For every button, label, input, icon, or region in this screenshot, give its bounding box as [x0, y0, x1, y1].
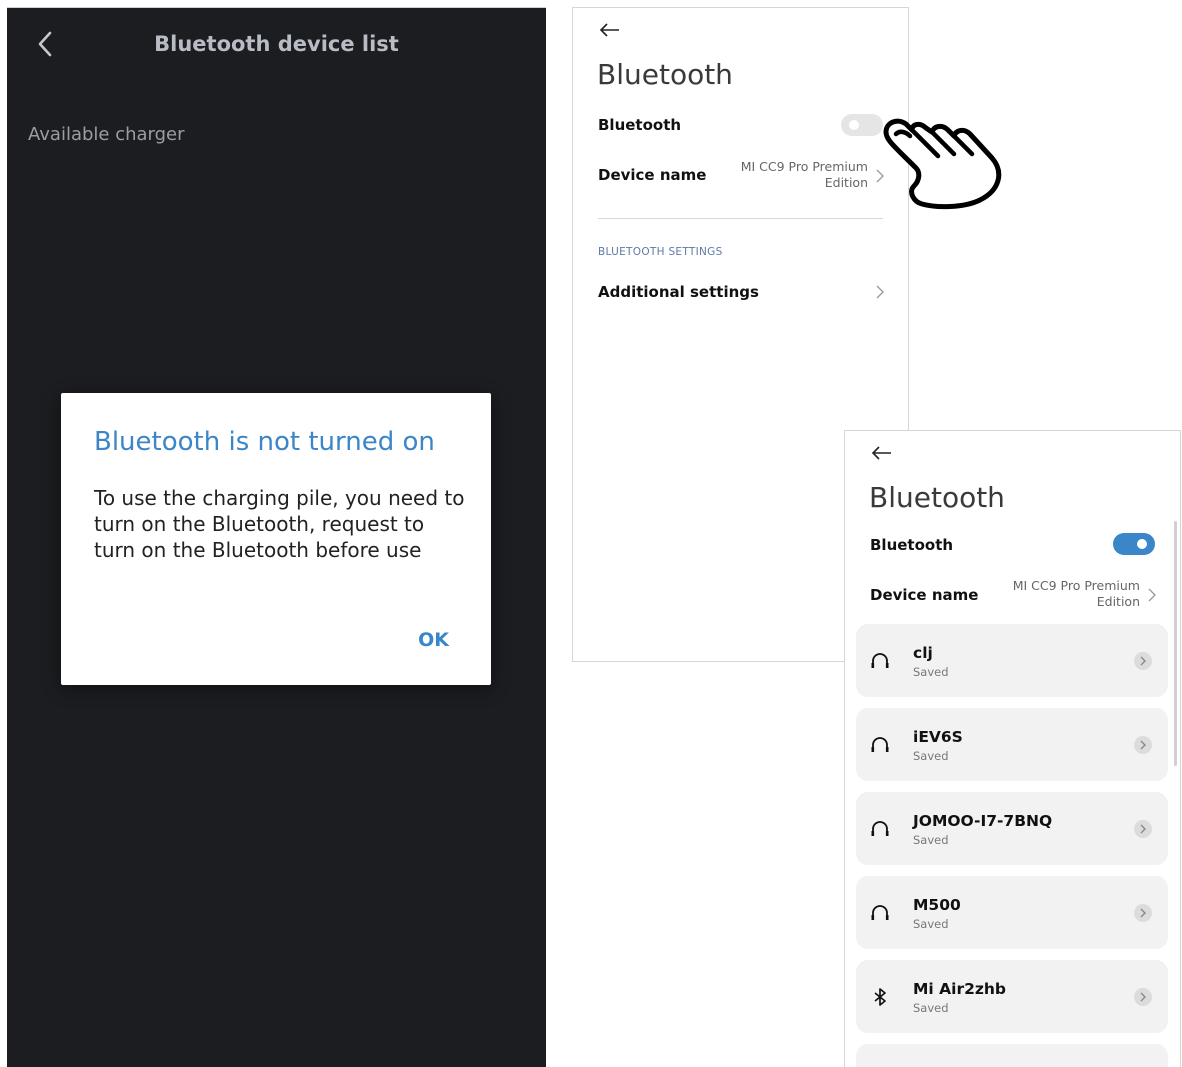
- bluetooth-icon: [874, 988, 886, 1006]
- device-status: Saved: [913, 749, 949, 763]
- device-details-chevron-icon[interactable]: [1134, 904, 1152, 922]
- additional-settings-item[interactable]: Additional settings: [598, 283, 759, 301]
- device-list-item[interactable]: M500 Saved: [856, 876, 1168, 949]
- bluetooth-off-dialog: Bluetooth is not turned on To use the ch…: [61, 393, 491, 685]
- bluetooth-row-label: Bluetooth: [598, 116, 682, 134]
- bluetooth-row-label: Bluetooth: [870, 536, 954, 554]
- section-header: BLUETOOTH SETTINGS: [598, 246, 723, 258]
- ok-button[interactable]: OK: [418, 629, 449, 651]
- charger-app-screen: Bluetooth device list Available charger …: [7, 7, 546, 1067]
- device-status: Saved: [913, 665, 949, 679]
- chevron-right-icon: [1148, 588, 1156, 602]
- toggle-knob: [849, 120, 859, 130]
- device-list-item[interactable]: Mi Air2zhb Saved: [856, 960, 1168, 1033]
- pointing-hand-icon: [883, 118, 1002, 210]
- back-arrow-icon[interactable]: [869, 441, 897, 465]
- settings-title: Bluetooth: [869, 481, 1005, 514]
- device-details-chevron-icon[interactable]: [1134, 820, 1152, 838]
- available-charger-label: Available charger: [28, 124, 185, 145]
- headphones-icon: [871, 905, 889, 920]
- device-list-item-partial[interactable]: [856, 1044, 1168, 1067]
- device-status: Saved: [913, 917, 949, 931]
- dialog-title: Bluetooth is not turned on: [94, 427, 435, 457]
- device-name-label: Device name: [870, 586, 979, 604]
- settings-title: Bluetooth: [597, 58, 733, 91]
- back-arrow-icon[interactable]: [597, 18, 625, 42]
- headphones-icon: [871, 821, 889, 836]
- headphones-icon: [871, 737, 889, 752]
- device-details-chevron-icon[interactable]: [1134, 652, 1152, 670]
- device-name-value[interactable]: MI CC9 Pro Premium Edition: [718, 159, 868, 191]
- device-list-item[interactable]: iEV6S Saved: [856, 708, 1168, 781]
- scrollbar[interactable]: [1174, 521, 1177, 766]
- bluetooth-settings-on-screen: Bluetooth Bluetooth Device name MI CC9 P…: [844, 430, 1181, 1067]
- device-name: M500: [913, 896, 961, 914]
- page-title: Bluetooth device list: [154, 32, 399, 56]
- toggle-knob: [1137, 539, 1147, 549]
- bluetooth-toggle[interactable]: [1113, 533, 1155, 555]
- device-name: Mi Air2zhb: [913, 980, 1007, 998]
- device-list-item[interactable]: clj Saved: [856, 624, 1168, 697]
- chevron-right-icon: [876, 285, 884, 299]
- divider: [598, 218, 883, 219]
- headphones-icon: [871, 653, 889, 668]
- device-name-value[interactable]: MI CC9 Pro Premium Edition: [990, 578, 1140, 610]
- dialog-message: To use the charging pile, you need to tu…: [94, 486, 465, 562]
- device-status: Saved: [913, 1001, 949, 1015]
- device-details-chevron-icon[interactable]: [1134, 988, 1152, 1006]
- device-name-label: Device name: [598, 166, 707, 184]
- device-list-item[interactable]: JOMOO-I7-7BNQ Saved: [856, 792, 1168, 865]
- device-name: iEV6S: [913, 728, 963, 746]
- device-name: JOMOO-I7-7BNQ: [913, 812, 1053, 830]
- device-status: Saved: [913, 833, 949, 847]
- device-name: clj: [913, 644, 933, 662]
- device-details-chevron-icon[interactable]: [1134, 736, 1152, 754]
